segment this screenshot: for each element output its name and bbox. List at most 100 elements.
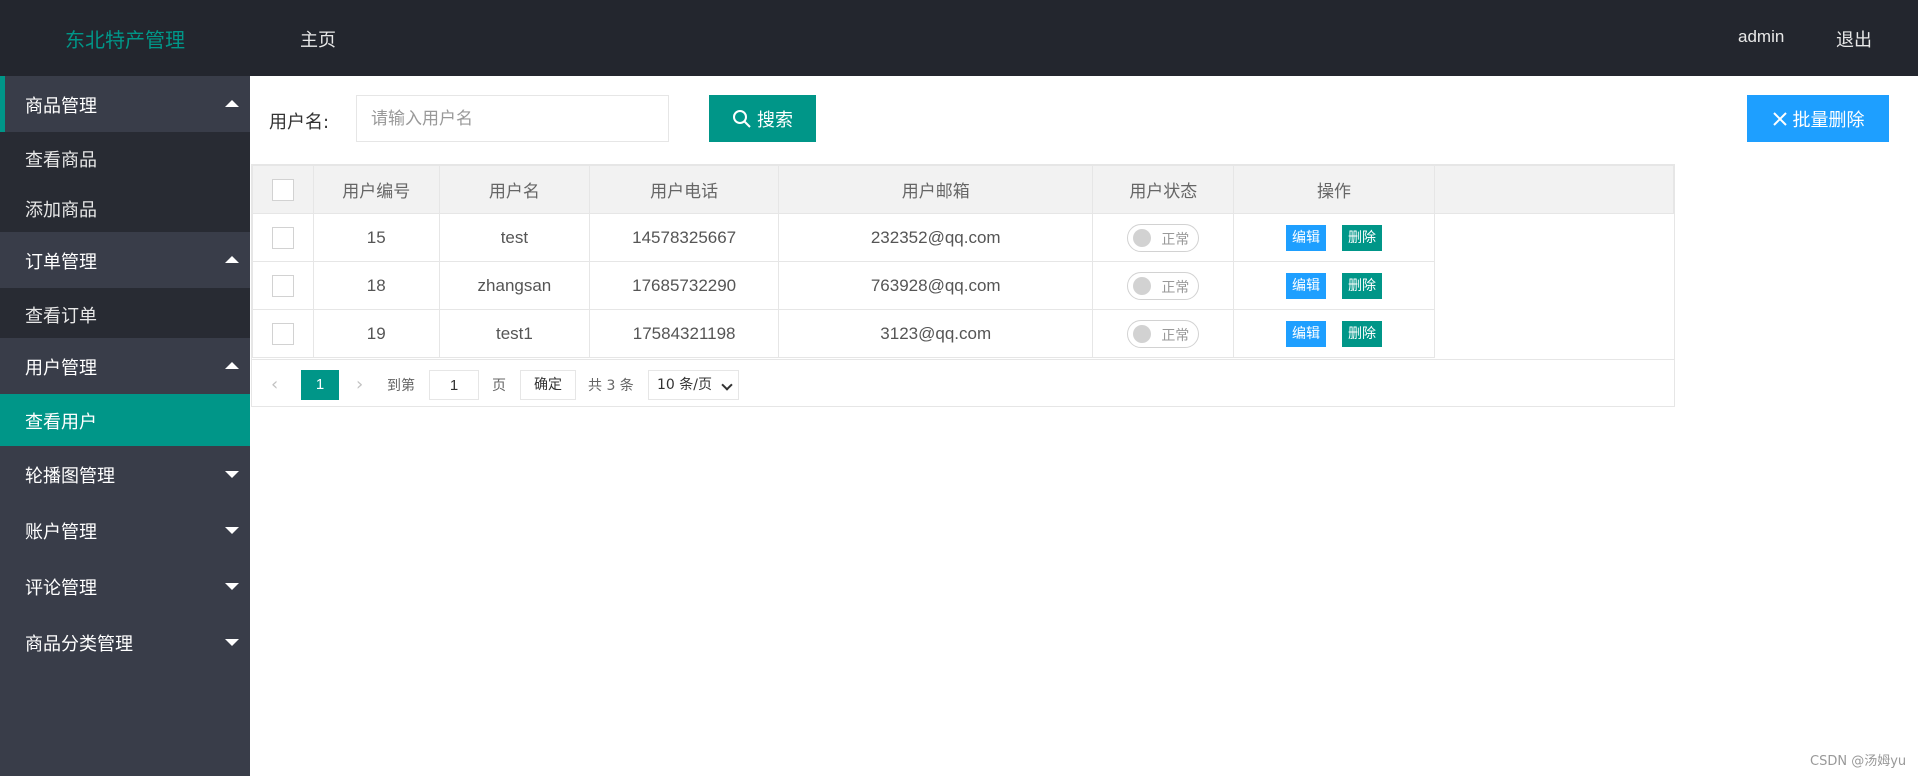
- row-spacer: [1433, 309, 1674, 358]
- column-header[interactable]: 操作: [1233, 165, 1435, 214]
- username-search-input[interactable]: [356, 95, 669, 142]
- status-cell: 正常: [1092, 309, 1235, 358]
- row-select-cell: [252, 213, 314, 262]
- select-all-cell: [252, 165, 314, 214]
- search-icon: [733, 109, 751, 128]
- menu-group-title: 订单管理: [25, 252, 97, 273]
- pagination: ‹ 1 › 到第 页 确定 共 3 条 10 条/页: [252, 359, 1674, 407]
- menu-group-title: 账户管理: [25, 522, 97, 543]
- edit-button[interactable]: 编辑: [1285, 272, 1326, 299]
- menu-group-title: 评论管理: [25, 578, 97, 599]
- column-header-spacer: [1433, 165, 1675, 214]
- sidebar-item-view-orders[interactable]: 查看订单: [0, 288, 250, 338]
- status-text: 正常: [1161, 279, 1190, 296]
- column-header[interactable]: 用户编号: [312, 165, 440, 214]
- status-toggle[interactable]: 正常: [1127, 223, 1200, 252]
- edit-button[interactable]: 编辑: [1285, 224, 1326, 251]
- column-header[interactable]: 用户邮箱: [778, 165, 1094, 214]
- menu-group-users[interactable]: 用户管理: [0, 338, 250, 394]
- column-header[interactable]: 用户电话: [589, 165, 780, 214]
- caret-up-icon: [225, 256, 239, 263]
- username-cell: test1: [438, 309, 591, 358]
- sidebar-item-add-product[interactable]: 添加商品: [0, 182, 250, 232]
- row-spacer: [1433, 213, 1674, 262]
- logout-link[interactable]: 退出: [1836, 26, 1872, 52]
- menu-group-products[interactable]: 商品管理: [0, 76, 250, 132]
- actions-cell: 编辑 删除: [1233, 213, 1435, 262]
- row-checkbox[interactable]: [271, 322, 294, 345]
- goto-label: 到第: [387, 378, 415, 394]
- status-toggle[interactable]: 正常: [1127, 271, 1200, 300]
- menu-group-title: 商品分类管理: [25, 634, 133, 655]
- sidebar-item-view-products[interactable]: 查看商品: [0, 132, 250, 182]
- menu-group-orders[interactable]: 订单管理: [0, 232, 250, 288]
- user-id-cell: 19: [312, 309, 440, 358]
- username-label: 用户名:: [269, 112, 330, 133]
- table-row: 15 test 14578325667 232352@qq.com 正常 编辑删…: [252, 213, 1674, 262]
- status-cell: 正常: [1092, 213, 1235, 262]
- top-header: 东北特产管理 主页 admin 退出: [0, 0, 1918, 76]
- delete-button[interactable]: 删除: [1341, 320, 1382, 347]
- actions-cell: 编辑 删除: [1233, 309, 1435, 358]
- row-select-cell: [252, 309, 314, 358]
- submenu-users: 查看用户: [0, 394, 250, 446]
- menu-group-accounts[interactable]: 账户管理: [0, 502, 250, 558]
- nav-home-link[interactable]: 主页: [300, 26, 336, 52]
- menu-group-title: 用户管理: [25, 358, 97, 379]
- next-page-icon[interactable]: ›: [356, 374, 363, 395]
- phone-cell: 14578325667: [589, 213, 780, 262]
- delete-button[interactable]: 删除: [1341, 272, 1382, 299]
- prev-page-icon[interactable]: ‹: [271, 374, 278, 395]
- watermark: CSDN @汤姆yu: [1810, 754, 1907, 769]
- goto-page-input[interactable]: [429, 370, 479, 400]
- caret-up-icon: [225, 100, 239, 107]
- toggle-knob: [1133, 324, 1152, 343]
- brand-logo[interactable]: 东北特产管理: [65, 24, 185, 53]
- menu-group-comments[interactable]: 评论管理: [0, 558, 250, 614]
- page-size-value: 10 条/页: [657, 377, 712, 393]
- sidebar-item-view-users[interactable]: 查看用户: [0, 394, 250, 446]
- edit-button[interactable]: 编辑: [1285, 320, 1326, 347]
- column-header[interactable]: 用户名: [438, 165, 591, 214]
- page-label: 页: [492, 378, 506, 394]
- caret-up-icon: [225, 362, 239, 369]
- table-row: 19 test1 17584321198 3123@qq.com 正常 编辑 删除: [252, 309, 1674, 358]
- current-page-button[interactable]: 1: [301, 370, 339, 400]
- table-header-row: 用户编号 用户名 用户电话 用户邮箱 用户状态 操作: [252, 165, 1675, 214]
- delete-button[interactable]: 删除: [1341, 224, 1382, 251]
- sidebar: 商品管理 查看商品 添加商品 订单管理 查看订单 用户管理 查看用户 轮播图管理…: [0, 76, 250, 776]
- email-cell: 232352@qq.com: [778, 213, 1094, 262]
- status-text: 正常: [1161, 231, 1190, 248]
- toggle-knob: [1133, 276, 1152, 295]
- page-size-select[interactable]: 10 条/页: [648, 370, 739, 400]
- phone-cell: 17685732290: [589, 261, 780, 310]
- row-checkbox[interactable]: [271, 226, 294, 249]
- caret-down-icon: [225, 471, 239, 478]
- select-all-checkbox[interactable]: [271, 178, 294, 201]
- search-button[interactable]: 搜索: [709, 95, 816, 142]
- menu-group-title: 商品管理: [25, 96, 97, 117]
- row-select-cell: [252, 261, 314, 310]
- chevron-down-icon: [721, 379, 733, 391]
- goto-confirm-button[interactable]: 确定: [520, 370, 576, 400]
- current-user[interactable]: admin: [1738, 27, 1784, 47]
- row-checkbox[interactable]: [271, 274, 294, 297]
- column-header[interactable]: 用户状态: [1092, 165, 1235, 214]
- table-row: 18 zhangsan 17685732290 763928@qq.com 正常…: [252, 261, 1674, 310]
- row-spacer: [1433, 261, 1674, 310]
- caret-down-icon: [225, 639, 239, 646]
- caret-down-icon: [225, 583, 239, 590]
- total-count: 共 3 条: [588, 378, 634, 394]
- user-id-cell: 15: [312, 213, 440, 262]
- submenu-orders: 查看订单: [0, 288, 250, 338]
- caret-down-icon: [225, 527, 239, 534]
- search-button-label: 搜索: [757, 109, 793, 130]
- user-table: 用户编号 用户名 用户电话 用户邮箱 用户状态 操作 15 test 14578…: [251, 164, 1675, 407]
- batch-delete-button[interactable]: 批量删除: [1747, 95, 1889, 142]
- status-toggle[interactable]: 正常: [1127, 319, 1200, 348]
- username-cell: test: [438, 213, 591, 262]
- menu-group-categories[interactable]: 商品分类管理: [0, 614, 250, 670]
- menu-group-carousel[interactable]: 轮播图管理: [0, 446, 250, 502]
- toggle-knob: [1133, 228, 1152, 247]
- actions-cell: 编辑 删除: [1233, 261, 1435, 310]
